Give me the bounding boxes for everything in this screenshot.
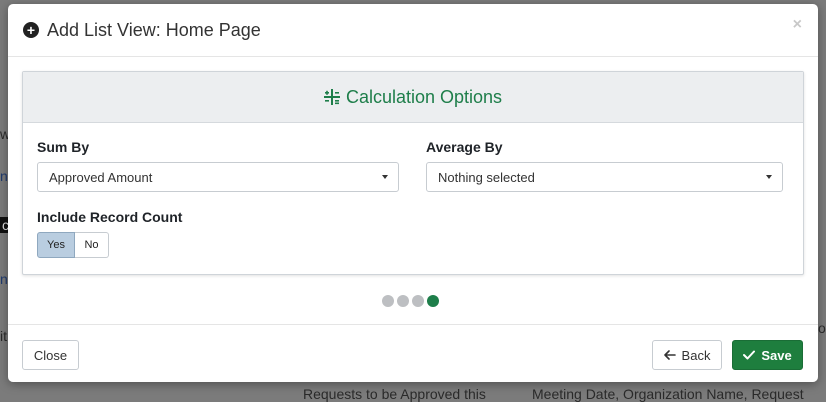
check-icon bbox=[743, 350, 756, 360]
calculator-icon bbox=[323, 89, 340, 105]
background-fragment: it bbox=[0, 328, 7, 344]
save-button[interactable]: Save bbox=[732, 340, 803, 370]
background-fragment: on bbox=[818, 320, 826, 336]
back-button[interactable]: Back bbox=[652, 340, 722, 370]
average-by-select[interactable]: Nothing selected bbox=[426, 162, 783, 192]
sum-by-value: Approved Amount bbox=[49, 169, 153, 185]
modal-header: + Add List View: Home Page × bbox=[8, 4, 818, 57]
background-fragment: n bbox=[0, 271, 8, 287]
sum-by-label: Sum By bbox=[37, 139, 90, 155]
record-count-yes-button[interactable]: Yes bbox=[37, 232, 75, 258]
modal-footer: Close Back Save bbox=[8, 324, 818, 382]
add-list-view-modal: + Add List View: Home Page × Calculation… bbox=[8, 4, 818, 382]
record-count-label: Include Record Count bbox=[37, 209, 183, 225]
close-button[interactable]: Close bbox=[22, 340, 79, 370]
back-button-label: Back bbox=[681, 347, 711, 363]
background-bottom-text-right: Meeting Date, Organization Name, Request bbox=[532, 386, 804, 402]
record-count-no-button[interactable]: No bbox=[75, 232, 109, 258]
sum-by-select[interactable]: Approved Amount bbox=[37, 162, 399, 192]
step-dot-4[interactable] bbox=[427, 295, 439, 307]
panel-heading-text: Calculation Options bbox=[345, 86, 503, 107]
background-fragment: n bbox=[0, 168, 8, 184]
close-button-label: Close bbox=[33, 347, 68, 363]
caret-down-icon bbox=[382, 175, 388, 179]
background-bottom-text-left: Requests to be Approved this bbox=[303, 386, 486, 402]
modal-title: Add List View: Home Page bbox=[47, 19, 261, 40]
calculation-options-panel: Calculation Options Sum By Approved Amou… bbox=[22, 71, 804, 275]
save-button-label: Save bbox=[761, 347, 792, 363]
step-indicator bbox=[382, 295, 439, 307]
step-dot-3[interactable] bbox=[412, 295, 424, 307]
plus-circle-icon: + bbox=[23, 22, 39, 38]
average-by-value: Nothing selected bbox=[438, 169, 535, 185]
step-dot-2[interactable] bbox=[397, 295, 409, 307]
panel-heading: Calculation Options bbox=[23, 72, 803, 123]
caret-down-icon bbox=[766, 175, 772, 179]
record-count-toggle: Yes No bbox=[37, 232, 109, 258]
close-icon[interactable]: × bbox=[793, 16, 802, 34]
arrow-left-icon bbox=[663, 350, 676, 360]
step-dot-1[interactable] bbox=[382, 295, 394, 307]
average-by-label: Average By bbox=[426, 139, 503, 155]
